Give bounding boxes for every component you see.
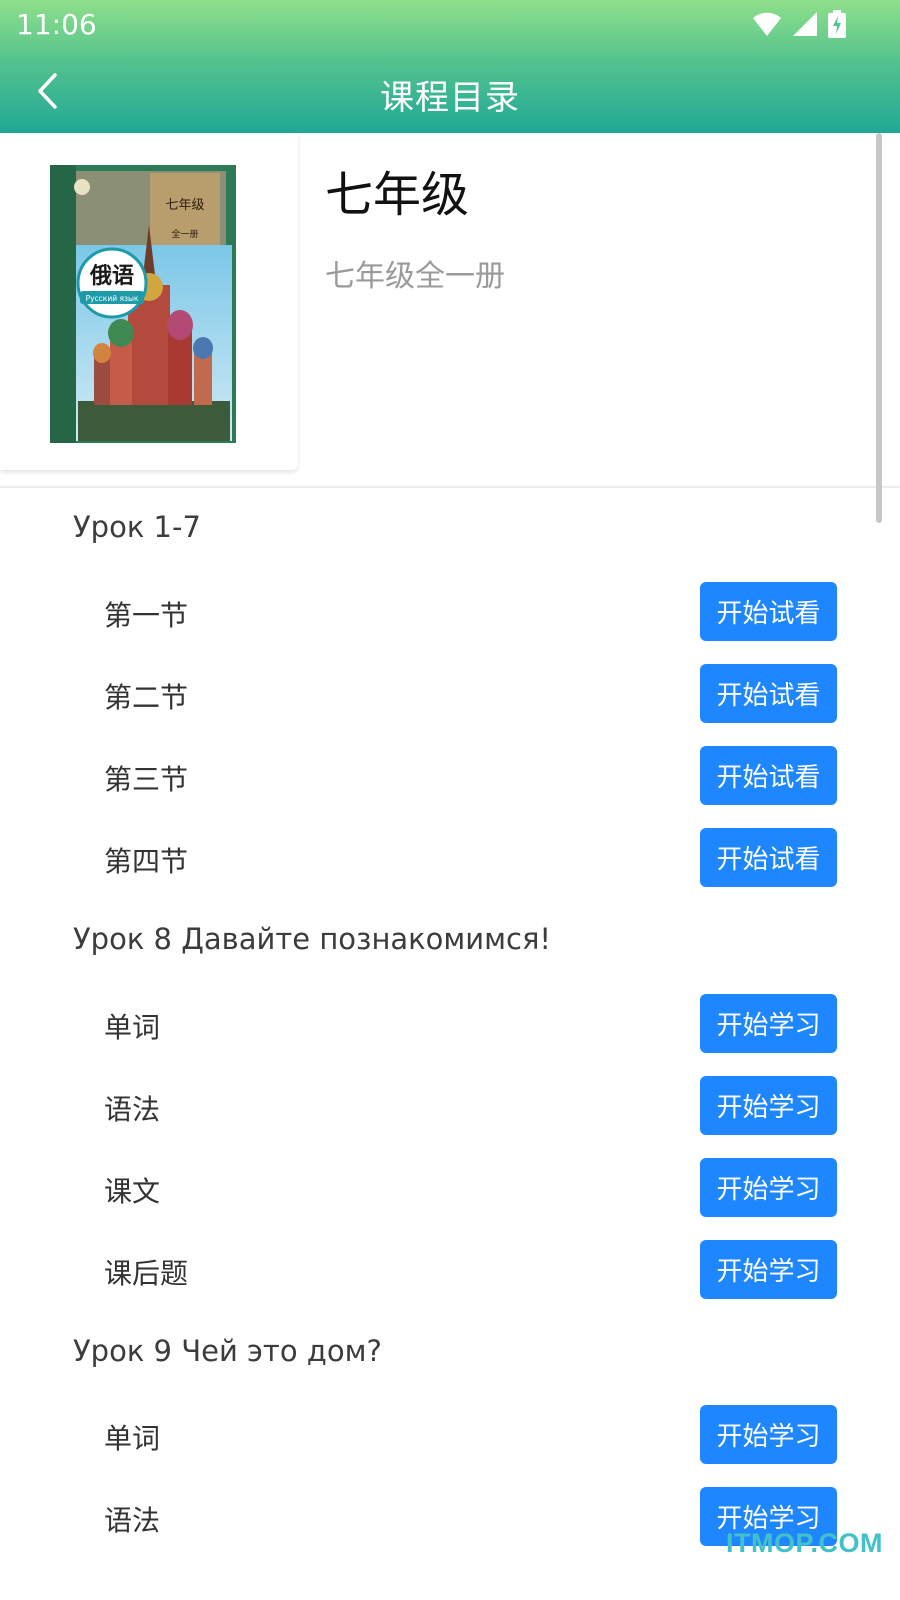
lesson-row: 课后题 开始学习 [0,1240,900,1300]
course-subtitle: 七年级全一册 [325,259,505,294]
start-preview-button[interactable]: 开始试看 [700,582,837,641]
unit-title: Урок 9 Чей это дом? [73,1334,382,1368]
unit-title: Урок 8 Давайте познакомимся! [73,922,552,956]
unit-title: Урок 1-7 [73,510,201,544]
wifi-icon [753,12,781,36]
lesson-label: 语法 [104,1093,161,1126]
course-cover[interactable]: 七年级 全一册 俄语 Русский язык [0,133,298,470]
battery-charging-icon [828,10,846,38]
lesson-row: 第三节 开始试看 [0,746,900,806]
page-title: 课程目录 [380,78,520,118]
app-bar: 11:06 课程目录 [0,0,900,133]
cover-subject-text: 俄语 [89,263,134,289]
scrollbar[interactable] [876,133,882,523]
lesson-label: 第一节 [104,599,189,632]
lesson-row: 单词 开始学习 [0,994,900,1054]
lesson-row: 单词 开始学习 [0,1405,900,1465]
lesson-label: 第二节 [104,681,189,714]
cell-signal-icon [793,12,817,36]
lesson-row: 语法 开始学习 [0,1076,900,1136]
course-header: 七年级 全一册 俄语 Русский язык 七年级 七年级全一册 [0,133,900,488]
start-study-button[interactable]: 开始学习 [700,1076,837,1135]
watermark: ITMOP.COM [726,1528,884,1558]
lesson-label: 单词 [104,1422,161,1455]
lesson-label: 第四节 [104,845,189,878]
status-time: 11:06 [16,8,97,41]
cover-volume-text: 全一册 [171,228,198,240]
textbook-cover-image: 七年级 全一册 俄语 Русский язык [50,165,236,443]
cover-subject-ru-text: Русский язык [86,294,139,303]
start-study-button[interactable]: 开始学习 [700,1240,837,1299]
lesson-label: 语法 [104,1504,161,1537]
status-icons [752,10,846,38]
lesson-label: 单词 [104,1011,161,1044]
lesson-row: 课文 开始学习 [0,1158,900,1218]
start-study-button[interactable]: 开始学习 [700,1158,837,1217]
start-preview-button[interactable]: 开始试看 [700,664,837,723]
start-preview-button[interactable]: 开始试看 [700,828,837,887]
start-study-button[interactable]: 开始学习 [700,994,837,1053]
lesson-row: 第四节 开始试看 [0,828,900,888]
cover-grade-text: 七年级 [165,198,204,213]
course-title: 七年级 [325,167,470,223]
lesson-label: 第三节 [104,763,189,796]
lesson-label: 课文 [104,1175,161,1208]
start-study-button[interactable]: 开始学习 [700,1405,837,1464]
lesson-row: 第一节 开始试看 [0,582,900,642]
start-preview-button[interactable]: 开始试看 [700,746,837,805]
lesson-label: 课后题 [104,1257,189,1290]
lesson-row: 第二节 开始试看 [0,664,900,724]
